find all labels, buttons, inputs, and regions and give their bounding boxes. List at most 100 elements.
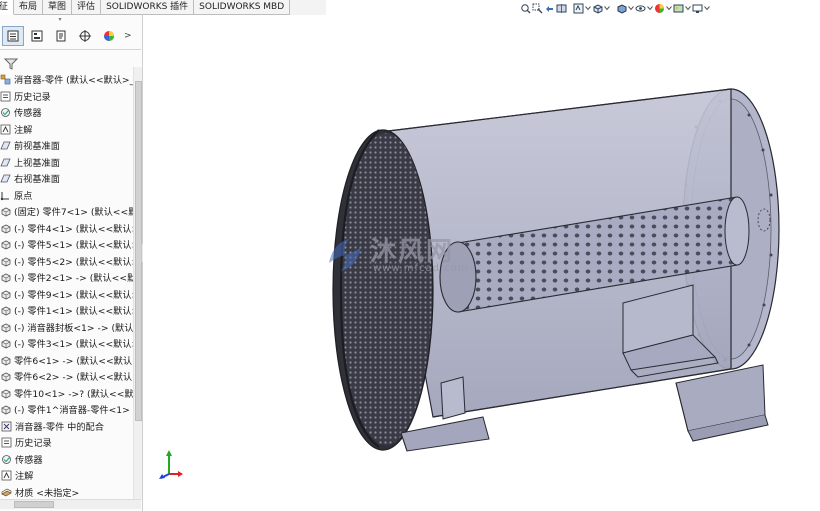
tree-item[interactable]: 历史记录 [0, 434, 133, 450]
tree-item[interactable]: 传感器 [0, 104, 133, 120]
chevron-down-icon[interactable] [704, 2, 710, 14]
tree-item-label: 原点 [14, 191, 33, 202]
filter-icon[interactable] [3, 55, 19, 70]
previous-view-icon[interactable] [544, 2, 555, 14]
display-style-icon[interactable] [616, 2, 627, 14]
tree-item[interactable]: 右视基准面 [0, 170, 133, 186]
tree-item-label: (-) 零件3<1> (默认<<默认>_显 [14, 339, 133, 350]
tree-item[interactable]: (-) 零件1^消音器-零件<1> (默 [0, 401, 133, 417]
feature-manager-icon[interactable] [2, 26, 24, 46]
tree-item[interactable]: 传感器 [0, 451, 133, 467]
chevron-down-icon[interactable] [604, 2, 610, 14]
tree-item[interactable]: (-) 消音器封板<1> -> (默认<< [0, 319, 133, 335]
watermark-url: www.mfcad.com [373, 263, 469, 274]
scrollbar-thumb[interactable] [14, 501, 54, 508]
chevron-down-icon[interactable] [585, 2, 591, 14]
tree-item[interactable]: 消音器-零件 中的配合 [0, 418, 133, 434]
chevron-down-icon[interactable] [666, 2, 672, 14]
more-tabs-button[interactable]: > [124, 31, 132, 41]
part-icon [0, 371, 11, 382]
apply-scene-icon[interactable] [673, 2, 684, 14]
tree-item[interactable]: 消音器-零件 (默认<<默认>_外观 [0, 71, 133, 87]
tree-vertical-scrollbar[interactable] [133, 67, 142, 499]
tree-item[interactable]: 历史记录 [0, 88, 133, 104]
part-icon [0, 305, 11, 316]
tab-1[interactable]: 布局 [14, 0, 44, 15]
part-icon [0, 404, 11, 415]
plane-icon [0, 140, 11, 151]
tree-item-label: 历史记录 [15, 438, 52, 449]
tab-3[interactable]: 评估 [72, 0, 102, 15]
tree-item-label: (-) 零件1<1> (默认<<默认>_显 [14, 306, 133, 317]
part-icon [0, 256, 11, 267]
tree-item[interactable]: 零件10<1> ->? (默认<<默认>_ [0, 385, 133, 401]
tree-item[interactable]: (-) 零件4<1> (默认<<默认>_显 [0, 220, 133, 236]
tree-item[interactable]: (-) 零件9<1> (默认<<默认>_显 [0, 286, 133, 302]
tree-item[interactable]: (-) 零件5<2> (默认<<默认>_显 [0, 253, 133, 269]
panel-divider [0, 49, 141, 50]
configuration-manager-icon[interactable] [50, 26, 72, 46]
part-icon [0, 206, 11, 217]
tree-item[interactable]: 注解 [0, 121, 133, 137]
tree-horizontal-scrollbar[interactable] [0, 499, 141, 509]
tree-item[interactable]: 原点 [0, 187, 133, 203]
tree-item[interactable]: (-) 零件2<1> -> (默认<<默认> [0, 269, 133, 285]
origin-icon [0, 190, 11, 201]
dynamic-annotation-icon[interactable] [573, 2, 584, 14]
panel-grip[interactable]: ▾ [50, 17, 70, 23]
display-manager-icon[interactable] [98, 26, 120, 46]
feature-manager-panel: ▾ > 消音器-零件 (默认<<默认>_外观历史记录传感器注解前视基准面上视基准… [0, 15, 143, 511]
tab-4[interactable]: SOLIDWORKS 插件 [101, 0, 195, 15]
chevron-down-icon[interactable] [685, 2, 691, 14]
zoom-to-area-icon[interactable] [532, 2, 543, 14]
tree-item[interactable]: (固定) 零件7<1> (默认<<默认 [0, 203, 133, 219]
graphics-area[interactable]: 沐风网 www.mfcad.com [143, 15, 820, 511]
chevron-down-icon[interactable] [647, 2, 653, 14]
tree-item[interactable]: 材质 <未指定> [0, 484, 133, 500]
tree-item[interactable]: (-) 零件3<1> (默认<<默认>_显 [0, 335, 133, 351]
tree-item[interactable]: 上视基准面 [0, 154, 133, 170]
watermark: 沐风网 www.mfcad.com [323, 231, 493, 279]
property-manager-icon[interactable] [26, 26, 48, 46]
tree-item-label: 消音器-零件 中的配合 [15, 422, 104, 433]
tree-item-label: 零件6<1> -> (默认<<默认>_显 [14, 356, 133, 367]
part-icon [0, 272, 11, 283]
plane-icon [0, 157, 11, 168]
tree-item[interactable]: (-) 零件1<1> (默认<<默认>_显 [0, 302, 133, 318]
tree-item-label: 消音器-零件 (默认<<默认>_外观 [14, 75, 133, 86]
view-orientation-icon[interactable] [592, 2, 603, 14]
view-settings-icon[interactable] [692, 2, 703, 14]
part-icon [0, 388, 11, 399]
annotation-icon [0, 124, 11, 135]
tab-0[interactable]: 特征 [0, 0, 15, 15]
tree-item[interactable]: 注解 [0, 467, 133, 483]
panel-tabs: > [0, 25, 141, 47]
sensor-icon [1, 454, 12, 465]
part-icon [0, 223, 11, 234]
tree-item-label: (-) 零件1^消音器-零件<1> (默 [14, 405, 133, 416]
history-icon [1, 437, 12, 448]
tree-item-label: 传感器 [15, 455, 43, 466]
section-view-icon[interactable] [556, 2, 567, 14]
tree-item[interactable]: 前视基准面 [0, 137, 133, 153]
tree-item-label: 前视基准面 [14, 141, 60, 152]
chevron-down-icon[interactable] [628, 2, 634, 14]
zoom-to-fit-icon[interactable] [520, 2, 531, 14]
tree-item[interactable]: 零件6<2> -> (默认<<默认>_显 [0, 368, 133, 384]
dimxpert-manager-icon[interactable] [74, 26, 96, 46]
history-icon [0, 91, 11, 102]
tree-item-label: 上视基准面 [14, 158, 60, 169]
tree-item-label: 传感器 [14, 108, 42, 119]
tab-5[interactable]: SOLIDWORKS MBD [194, 0, 291, 15]
tree-item[interactable]: (-) 零件5<1> (默认<<默认>_显 [0, 236, 133, 252]
tab-2[interactable]: 草图 [43, 0, 73, 15]
assembly-icon [0, 74, 11, 85]
edit-appearance-icon[interactable] [654, 2, 665, 14]
material-icon [1, 487, 12, 498]
tree-item-label: 右视基准面 [14, 174, 60, 185]
heads-up-view-toolbar [520, 0, 710, 16]
tree-item-label: 历史记录 [14, 92, 51, 103]
hide-show-items-icon[interactable] [635, 2, 646, 14]
tree-item[interactable]: 零件6<1> -> (默认<<默认>_显 [0, 352, 133, 368]
sensor-icon [0, 107, 11, 118]
